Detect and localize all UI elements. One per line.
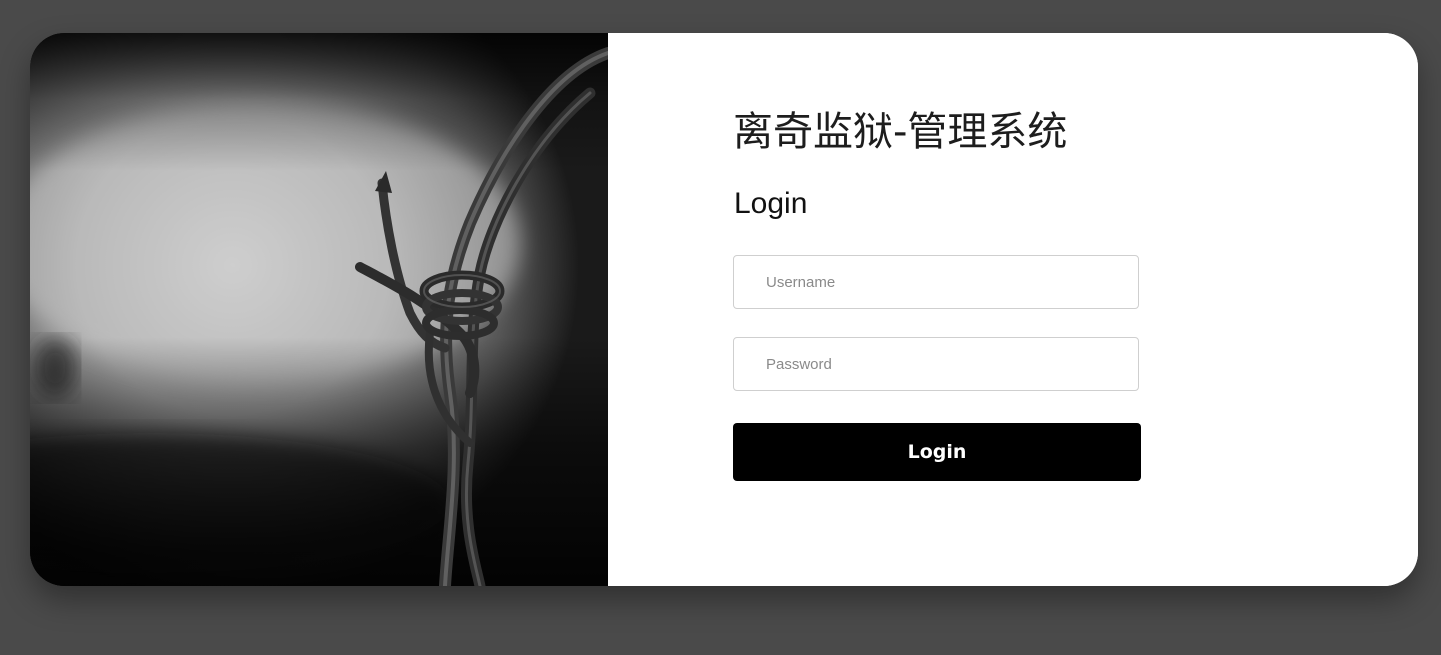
username-input[interactable]: [733, 255, 1139, 309]
password-input[interactable]: [733, 337, 1139, 391]
login-card: 离奇监狱-管理系统 Login Login: [30, 33, 1418, 586]
login-button[interactable]: Login: [733, 423, 1141, 481]
login-form-panel: 离奇监狱-管理系统 Login Login: [608, 33, 1418, 586]
login-heading: Login: [734, 187, 808, 220]
app-title: 离奇监狱-管理系统: [733, 109, 1068, 155]
barbed-wire-image: [30, 33, 608, 586]
